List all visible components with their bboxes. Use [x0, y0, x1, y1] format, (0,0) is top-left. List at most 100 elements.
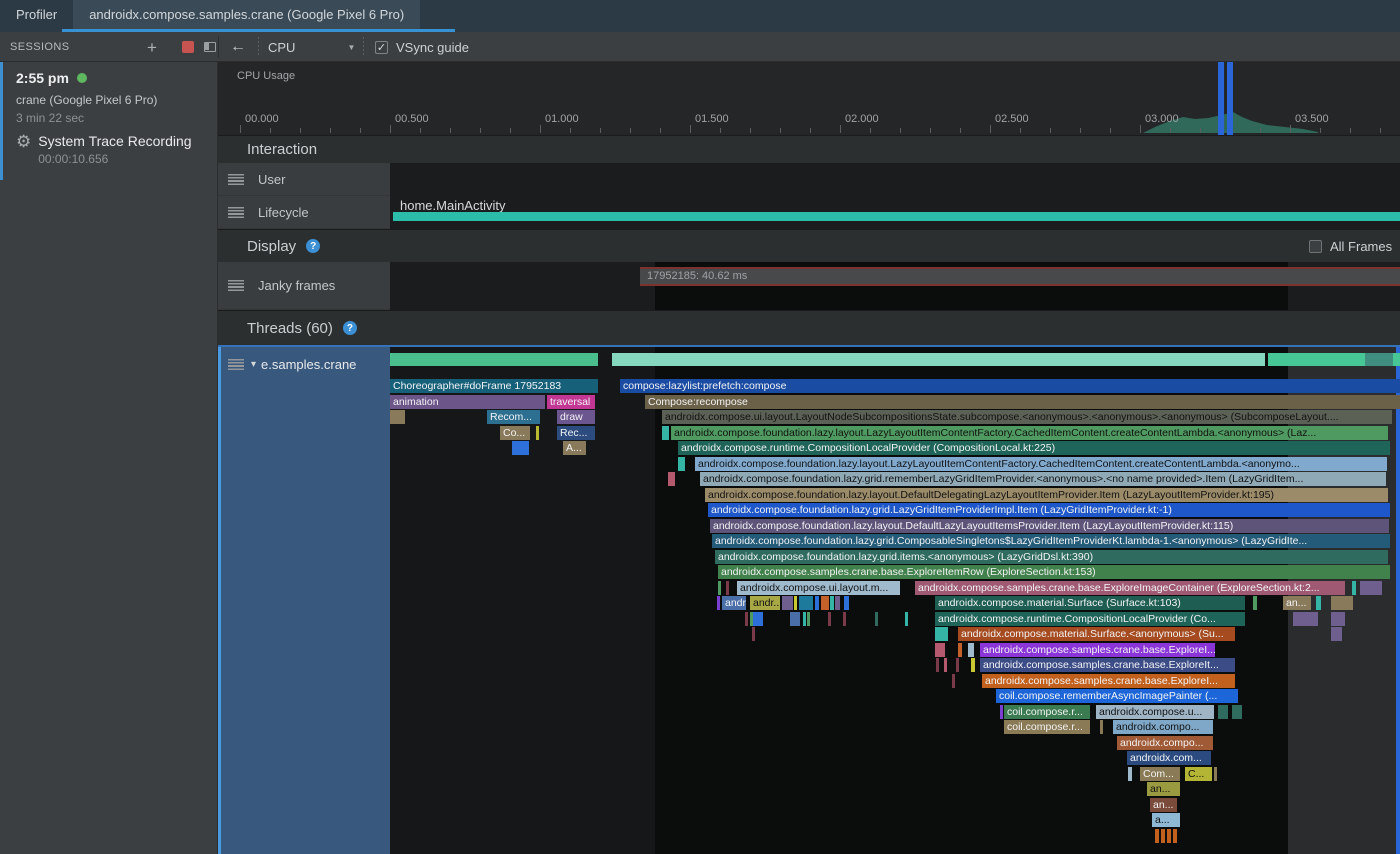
trace-event-sliver[interactable]: [1352, 581, 1356, 595]
vsync-guide-toggle[interactable]: ✓ VSync guide: [375, 32, 469, 62]
trace-event-sliver[interactable]: [753, 612, 763, 626]
trace-event-sliver[interactable]: [790, 612, 800, 626]
trace-event-sliver[interactable]: [935, 643, 945, 657]
trace-event-box[interactable]: coil.compose.rememberAsyncImagePainter (…: [996, 689, 1238, 703]
trace-event-sliver[interactable]: [968, 643, 974, 657]
trace-event-sliver[interactable]: [807, 612, 810, 626]
trace-event-box[interactable]: androidx.compose.samples.crane.base.Expl…: [982, 674, 1235, 688]
recording-item[interactable]: ⚙ System Trace Recording 00:00:10.656: [16, 133, 214, 166]
trace-event-sliver[interactable]: [803, 612, 806, 626]
help-icon[interactable]: ?: [343, 321, 357, 335]
trace-event-sliver[interactable]: [875, 612, 878, 626]
trace-event-box[interactable]: androidx.com...: [1127, 751, 1211, 765]
trace-event-sliver[interactable]: [1000, 705, 1003, 719]
trace-event-sliver[interactable]: [828, 612, 831, 626]
trace-event-box[interactable]: androidx.compose.foundation.lazy.layout.…: [710, 519, 1389, 533]
trace-event-sliver[interactable]: [752, 627, 755, 641]
trace-event-box[interactable]: androidx.compose.samples.crane.base.Expl…: [980, 643, 1215, 657]
tab-profiler[interactable]: Profiler: [0, 0, 73, 29]
trace-event-box[interactable]: androidx.compose.foundation.lazy.grid.Co…: [712, 534, 1390, 548]
trace-event-sliver[interactable]: [1316, 596, 1321, 610]
trace-event-box[interactable]: androidx.compose.ui.layout.LayoutNodeSub…: [662, 410, 1392, 424]
trace-event-sliver[interactable]: [1173, 829, 1177, 843]
trace-event-box[interactable]: androidx.compose.ui.layout.m...: [737, 581, 900, 595]
threads-section-header[interactable]: Threads (60) ?: [218, 310, 1400, 345]
trace-event-sliver[interactable]: [794, 596, 797, 610]
trace-event-sliver[interactable]: [1360, 581, 1382, 595]
trace-event-box[interactable]: traversal: [547, 395, 595, 409]
trace-event-sliver[interactable]: [782, 596, 793, 610]
janky-frames-panel[interactable]: Janky frames: [218, 262, 390, 310]
trace-event-sliver[interactable]: [390, 410, 405, 424]
frame-selection-bar[interactable]: [1218, 62, 1224, 135]
trace-event-sliver[interactable]: [1100, 720, 1103, 734]
trace-event-sliver[interactable]: [952, 674, 955, 688]
trace-event-sliver[interactable]: [1331, 596, 1353, 610]
trace-event-sliver[interactable]: [936, 658, 939, 672]
trace-event-sliver[interactable]: [718, 581, 721, 595]
trace-event-box[interactable]: andr...: [750, 596, 780, 610]
trace-event-box[interactable]: androidx.compose.foundation.lazy.layout.…: [671, 426, 1388, 440]
drag-handle-icon[interactable]: [228, 207, 244, 218]
trace-event-sliver[interactable]: [971, 658, 975, 672]
trace-event-sliver[interactable]: [844, 596, 849, 610]
tab-session[interactable]: androidx.compose.samples.crane (Google P…: [73, 0, 420, 29]
trace-event-box[interactable]: coil.compose.r...: [1004, 720, 1090, 734]
trace-event-sliver[interactable]: [843, 612, 846, 626]
trace-event-sliver[interactable]: [956, 658, 959, 672]
trace-event-box[interactable]: androidx.compose.u...: [1096, 705, 1214, 719]
trace-event-box[interactable]: compose:lazylist:prefetch:compose: [620, 379, 1400, 393]
process-selector-dropdown[interactable]: CPU ▼: [268, 32, 355, 62]
trace-event-box[interactable]: androidx.compo...: [1113, 720, 1213, 734]
lifecycle-event-bar[interactable]: [393, 212, 1400, 221]
trace-event-sliver[interactable]: [835, 596, 840, 610]
lifecycle-track[interactable]: home.MainActivity: [390, 196, 1400, 229]
lifecycle-track-panel[interactable]: Lifecycle: [218, 196, 390, 229]
drag-handle-icon[interactable]: [228, 280, 244, 291]
trace-event-box[interactable]: Choreographer#doFrame 17952183: [390, 379, 598, 393]
trace-event-box[interactable]: androidx.compose.foundation.lazy.layout.…: [705, 488, 1388, 502]
trace-event-sliver[interactable]: [1214, 767, 1217, 781]
trace-event-box[interactable]: Co...: [500, 426, 530, 440]
trace-event-box[interactable]: androidx.compose.foundation.lazy.grid.it…: [715, 550, 1388, 564]
trace-event-box[interactable]: androidx.compose.material.Surface.<anony…: [958, 627, 1235, 641]
trace-event-box[interactable]: Compose:recompose: [645, 395, 1400, 409]
trace-event-sliver[interactable]: [1331, 627, 1342, 641]
trace-event-sliver[interactable]: [1218, 705, 1228, 719]
trace-event-box[interactable]: androidx.compose.foundation.lazy.layout.…: [695, 457, 1387, 471]
trace-event-box[interactable]: C...: [1185, 767, 1212, 781]
trace-event-box[interactable]: androidx.compose.foundation.lazy.grid.La…: [708, 503, 1390, 517]
user-track-panel[interactable]: User: [218, 163, 390, 196]
collapse-panel-icon[interactable]: [204, 42, 216, 52]
trace-event-box[interactable]: Com...: [1140, 767, 1180, 781]
trace-event-box[interactable]: draw: [557, 410, 595, 424]
trace-event-box[interactable]: andr...: [722, 596, 746, 610]
expander-caret-icon[interactable]: ▾: [251, 359, 256, 370]
trace-event-sliver[interactable]: [1232, 705, 1242, 719]
session-item[interactable]: 2:55 pm crane (Google Pixel 6 Pro) 3 min…: [16, 70, 211, 125]
trace-event-box[interactable]: Recom...: [487, 410, 540, 424]
trace-event-box[interactable]: an...: [1283, 596, 1311, 610]
trace-event-box[interactable]: androidx.compose.runtime.CompositionLoca…: [935, 612, 1245, 626]
trace-event-box[interactable]: animation: [390, 395, 545, 409]
trace-event-box[interactable]: androidx.compose.foundation.lazy.grid.re…: [700, 472, 1386, 486]
trace-event-sliver[interactable]: [821, 596, 829, 610]
trace-event-box[interactable]: a...: [1152, 813, 1180, 827]
help-icon[interactable]: ?: [306, 239, 320, 253]
trace-event-box[interactable]: an...: [1150, 798, 1177, 812]
trace-event-sliver[interactable]: [958, 643, 962, 657]
trace-event-box[interactable]: androidx.compose.samples.crane.base.Expl…: [718, 565, 1390, 579]
trace-event-sliver[interactable]: [905, 612, 908, 626]
trace-event-sliver[interactable]: [1155, 829, 1159, 843]
user-track[interactable]: [390, 163, 1400, 196]
trace-event-sliver[interactable]: [745, 612, 748, 626]
trace-event-box[interactable]: coil.compose.r...: [1004, 705, 1090, 719]
thread-panel[interactable]: ▾ e.samples.crane: [221, 347, 390, 854]
trace-event-sliver[interactable]: [815, 596, 819, 610]
trace-event-box[interactable]: an...: [1147, 782, 1180, 796]
interaction-section-header[interactable]: Interaction: [218, 135, 1400, 163]
trace-event-sliver[interactable]: [717, 596, 720, 610]
trace-event-sliver[interactable]: [1167, 829, 1171, 843]
trace-event-sliver[interactable]: [1128, 767, 1132, 781]
all-frames-toggle[interactable]: All Frames: [1309, 239, 1398, 254]
